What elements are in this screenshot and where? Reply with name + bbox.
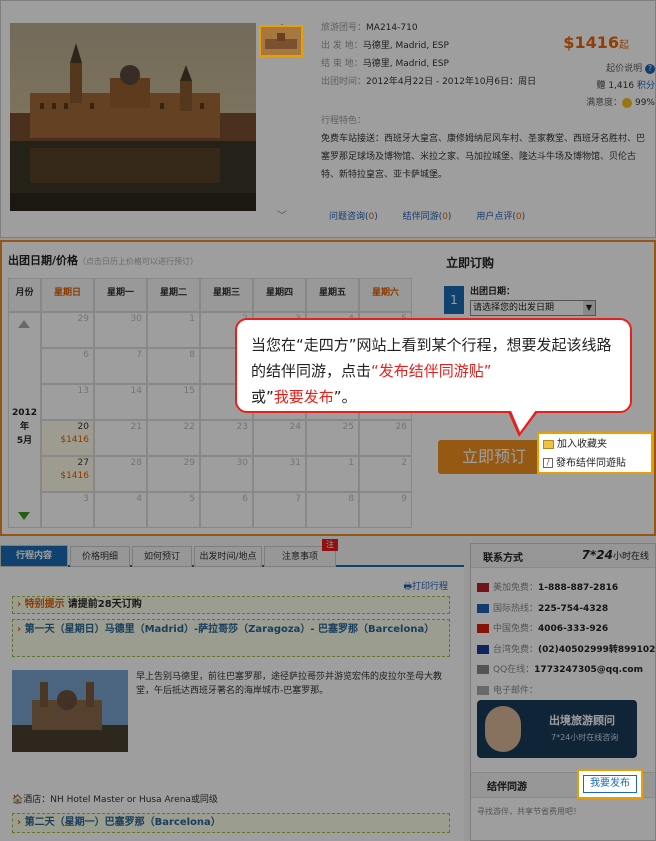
tour-thumbnail[interactable] [259, 25, 303, 57]
booking-dropdown-menu: 加入收藏夹 / 發布结伴同遊貼 [537, 432, 653, 474]
pencil-icon: / [543, 458, 553, 468]
folder-icon [543, 439, 554, 449]
instruction-callout: 当您在“走四方”网站上看到某个行程，想要发起该线路的结伴同游，点击“发布结伴同游… [235, 318, 632, 413]
publish-companion-item[interactable]: / 發布结伴同遊貼 [543, 455, 626, 473]
callout-highlight-1: “发布结伴同游贴” [371, 362, 492, 380]
publish-button[interactable]: 我要发布 [583, 775, 637, 793]
callout-tail-inner [509, 406, 539, 432]
callout-text-3: ”。 [333, 388, 357, 406]
add-favorite-item[interactable]: 加入收藏夹 [543, 436, 607, 454]
dim-overlay [0, 0, 656, 841]
publish-highlight: 我要发布 [577, 769, 643, 799]
callout-text-2: 或” [251, 388, 274, 406]
callout-highlight-2: 我要发布 [273, 388, 334, 406]
